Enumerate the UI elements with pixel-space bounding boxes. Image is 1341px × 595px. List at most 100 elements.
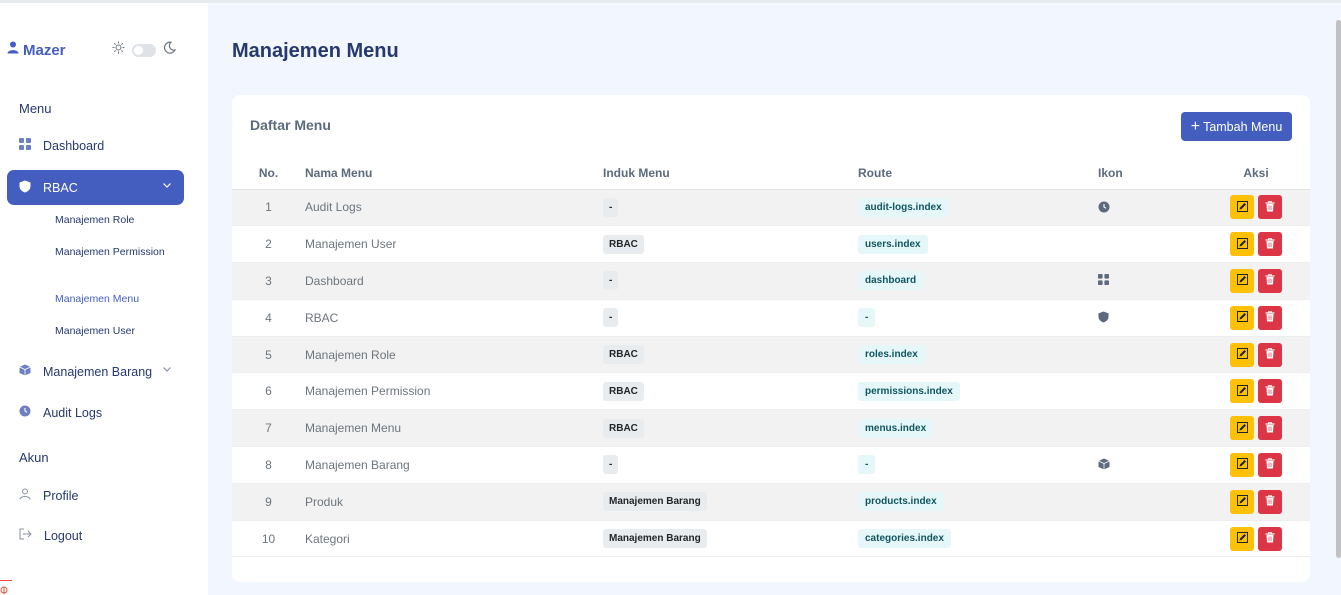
cell-name: Manajemen Barang (305, 446, 603, 484)
cell-name: Dashboard (305, 262, 603, 300)
sidebar-item-logout[interactable]: Logout (7, 518, 184, 553)
cell-no: 3 (232, 262, 305, 300)
delete-button[interactable] (1258, 268, 1282, 293)
cell-actions (1202, 189, 1310, 227)
sidebar-item-audit-logs[interactable]: Audit Logs (7, 395, 184, 430)
submenu-item-role[interactable]: Manajemen Role (55, 213, 175, 228)
cell-no: 4 (232, 299, 305, 337)
cell-no: 7 (232, 409, 305, 448)
cell-icon (1098, 225, 1202, 264)
submenu-item-permission[interactable]: Manajemen Permission (55, 245, 175, 260)
sidebar-item-label: RBAC (43, 180, 78, 195)
trash-icon (1265, 457, 1275, 472)
delete-button[interactable] (1258, 342, 1282, 367)
cell-icon (1098, 409, 1202, 448)
cell-parent: RBAC (603, 336, 858, 374)
cell-no: 2 (232, 225, 305, 264)
edit-button[interactable] (1230, 526, 1254, 551)
corner-logo-icon (0, 580, 12, 595)
trash-icon (1265, 310, 1275, 325)
edit-icon (1236, 273, 1248, 288)
edit-button[interactable] (1230, 416, 1254, 441)
cell-name: Manajemen Menu (305, 409, 603, 448)
delete-button[interactable] (1258, 379, 1282, 404)
theme-switcher (112, 41, 177, 59)
clock-icon (1098, 201, 1112, 215)
card-title: Daftar Menu (250, 117, 331, 133)
cell-parent: - (603, 189, 858, 227)
cell-no: 5 (232, 336, 305, 374)
parent-badge: Manajemen Barang (603, 529, 707, 549)
parent-badge: - (603, 455, 619, 475)
route-badge: categories.index (858, 529, 951, 549)
sidebar-item-label: Dashboard (43, 138, 105, 153)
cell-parent: - (603, 446, 858, 484)
moon-icon (163, 41, 177, 59)
clock-icon (19, 405, 31, 420)
cell-no: 1 (232, 189, 305, 227)
sidebar-item-manajemen-barang[interactable]: Manajemen Barang (7, 354, 184, 389)
delete-button[interactable] (1258, 195, 1282, 220)
parent-badge: Manajemen Barang (603, 492, 707, 512)
cell-route: menus.index (858, 409, 1098, 448)
brand-name: Mazer (23, 41, 66, 59)
grid-icon (19, 138, 31, 153)
grid-icon (1098, 274, 1112, 288)
edit-button[interactable] (1230, 379, 1254, 404)
shield-icon (19, 180, 31, 196)
cell-name: RBAC (305, 299, 603, 337)
sidebar-item-profile[interactable]: Profile (7, 478, 184, 513)
edit-button[interactable] (1230, 342, 1254, 367)
chevron-down-icon (162, 363, 172, 377)
route-badge: roles.index (858, 345, 925, 365)
edit-button[interactable] (1230, 195, 1254, 220)
shield-icon (1098, 311, 1112, 325)
route-badge: menus.index (858, 418, 934, 438)
theme-toggle[interactable] (132, 43, 156, 57)
cell-parent: RBAC (603, 409, 858, 448)
cell-parent: RBAC (603, 372, 858, 411)
sun-icon (112, 41, 125, 59)
cell-route: permissions.index (858, 372, 1098, 411)
brand[interactable]: Mazer (7, 41, 66, 59)
trash-icon (1265, 384, 1275, 399)
parent-badge: - (603, 308, 619, 328)
delete-button[interactable] (1258, 526, 1282, 551)
cell-icon (1098, 299, 1202, 337)
delete-button[interactable] (1258, 452, 1282, 477)
table-row: 4 RBAC - - (232, 299, 1310, 337)
edit-button[interactable] (1230, 305, 1254, 330)
edit-button[interactable] (1230, 232, 1254, 257)
table-row: 6 Manajemen Permission RBAC permissions.ind… (232, 372, 1310, 411)
logout-icon (19, 528, 32, 543)
sidebar: Mazer Menu Dashboard RBAC Manajemen Role… (0, 3, 208, 595)
cell-name: Manajemen Permission (305, 372, 603, 411)
sidebar-item-rbac[interactable]: RBAC (7, 170, 184, 205)
cell-route: - (858, 446, 1098, 484)
trash-icon (1265, 200, 1275, 215)
table-row: 7 Manajemen Menu RBAC menus.index (232, 409, 1310, 448)
cell-actions (1202, 225, 1310, 264)
edit-button[interactable] (1230, 489, 1254, 514)
delete-button[interactable] (1258, 489, 1282, 514)
page-scrollbar[interactable] (1336, 20, 1341, 558)
sidebar-item-dashboard[interactable]: Dashboard (7, 128, 184, 163)
edit-button[interactable] (1230, 268, 1254, 293)
add-menu-button[interactable]: + Tambah Menu (1181, 112, 1292, 141)
delete-button[interactable] (1258, 232, 1282, 257)
route-badge: - (858, 455, 876, 475)
parent-badge: - (603, 271, 619, 291)
submenu-item-user[interactable]: Manajemen User (55, 324, 175, 339)
cell-name: Kategori (305, 520, 603, 558)
edit-icon (1236, 237, 1248, 252)
cell-parent: - (603, 262, 858, 300)
table-header-row: No. Nama Menu Induk Menu Route Ikon Aksi (232, 157, 1310, 190)
edit-button[interactable] (1230, 452, 1254, 477)
route-badge: - (858, 308, 876, 328)
submenu-item-menu[interactable]: Manajemen Menu (55, 292, 175, 307)
cell-icon (1098, 520, 1202, 558)
sidebar-item-label: Profile (43, 488, 79, 503)
delete-button[interactable] (1258, 305, 1282, 330)
edit-icon (1236, 494, 1248, 509)
delete-button[interactable] (1258, 416, 1282, 441)
